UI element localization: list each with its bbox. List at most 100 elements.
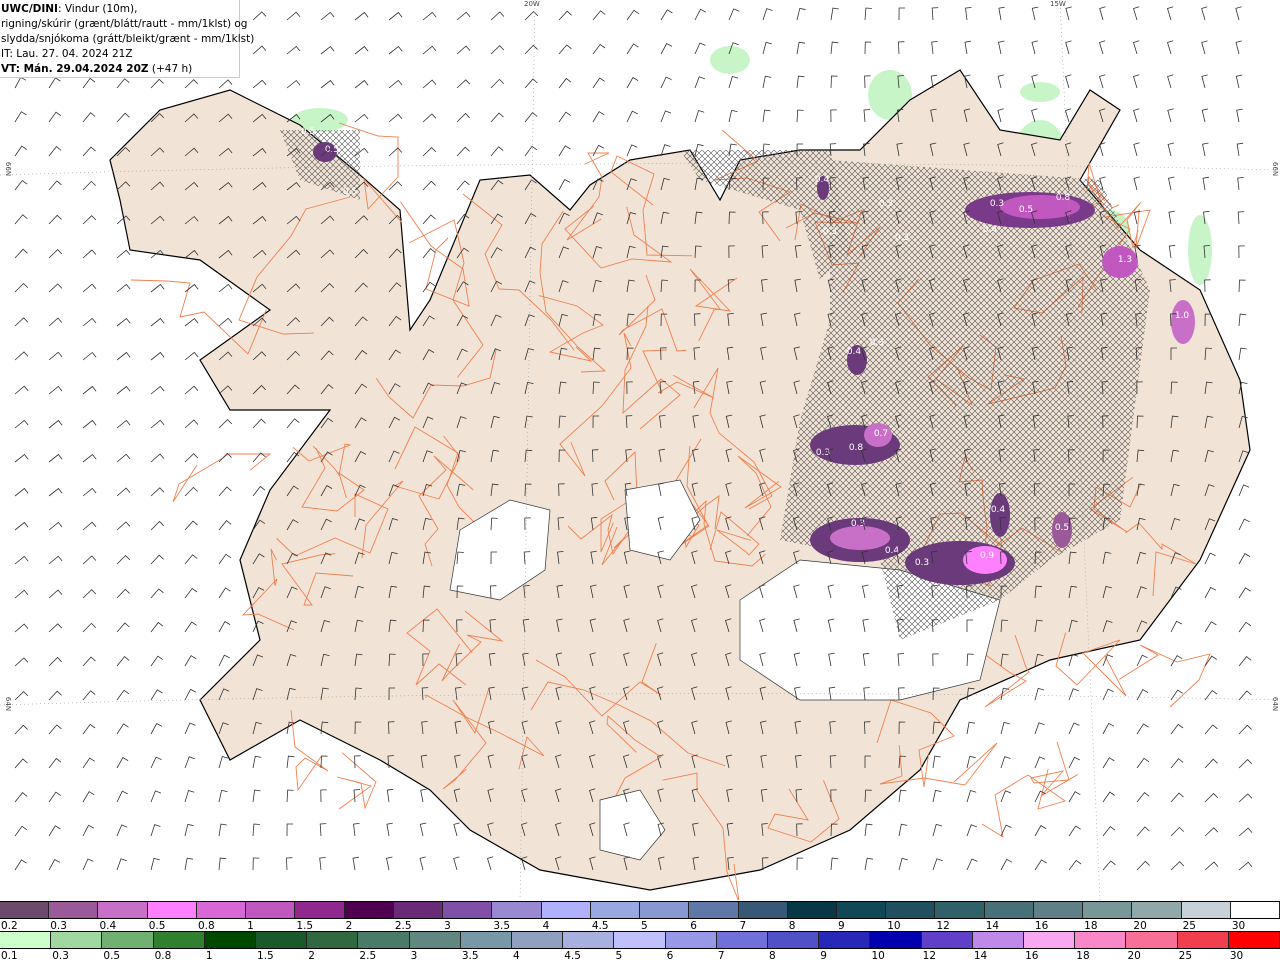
legend-swatch [443,902,493,918]
legend-label: 12 [922,950,937,962]
legend-label: 0.5 [103,950,121,962]
contour-label: 0.4 [815,175,830,185]
legend-swatch [409,932,461,948]
contour-label: 0.3 [879,199,893,209]
legend-swatch [1228,932,1280,948]
contour-label: 0.9 [980,551,995,561]
legend-label: 5 [615,950,623,962]
contour-label: 0.8 [1056,193,1071,203]
legend-label: 0.1 [1,950,18,962]
rain-legend: 0.1 0.3 0.5 0.8 1 1.5 2 2.5 3 3.5 4 4.5 5 6 7 8 9 10 12 14 1… [0,931,1280,963]
legend-label: 4.5 [564,950,581,962]
legend-swatch [204,932,257,948]
legend-swatch [921,932,973,948]
legend-label: 7 [717,950,725,962]
legend-swatch [1181,902,1231,918]
legend-label: 14 [973,950,988,962]
legend-label: 1.5 [257,950,274,962]
legend-swatch [1132,902,1182,918]
legend-swatch [787,902,837,918]
legend-swatch [563,932,615,948]
lat-label-right-66n: 66N [1271,161,1280,177]
legend-label: 6 [666,950,674,962]
legend-label: 3 [410,950,418,962]
legend-label: 9 [820,950,827,962]
contour-label: 0.4 [983,225,998,235]
legend-swatch [1083,902,1133,918]
legend-swatch [886,902,936,918]
legend-label: 8 [769,950,776,962]
valid-time: VT: Mán. 29.04.2024 20Z [1,63,149,75]
contour-label: 0.8 [849,443,864,453]
legend-swatch [665,932,717,948]
legend-swatch [590,902,641,918]
legend-swatch [541,902,591,918]
legend-swatch [295,902,345,918]
legend-swatch [836,902,887,918]
legend-label: 16 [1025,950,1039,962]
initial-time: IT: Lau. 27. 04. 2024 21Z [1,48,133,60]
contour-label: 0.3 [823,227,837,237]
legend-swatch [689,902,739,918]
lat-label-right-64n: 64N [1271,696,1280,712]
legend-swatch [1075,932,1127,948]
legend-swatch [819,932,871,948]
legend-swatch [344,902,394,918]
legend-label: 1 [205,950,213,962]
legend-swatch [492,902,542,918]
map-title-box: UWC/DINI: Vindur (10m), rigning/skúrir (… [0,0,255,78]
contour-label: 0.4 [991,505,1006,515]
legend-label: 3.5 [461,950,479,962]
legend-swatch [246,902,296,918]
title-line2: rigning/skúrir (grænt/blátt/rautt - mm/1… [1,18,248,30]
legend-swatch [935,902,985,918]
contour-label: 0.5 [343,187,357,197]
contour-label: 1.0 [1175,311,1190,321]
model-name: UWC/DINI [1,3,58,15]
legend-swatch [51,932,103,948]
legend-label: 18 [1076,950,1090,962]
legend-label: 25 [1178,950,1193,962]
contour-label: 0.5 [1055,523,1069,533]
legend-swatch [49,902,99,918]
contour-label: 0.7 [874,429,888,439]
title-line3: slydda/snjókoma (grátt/bleikt/grænt - mm… [1,33,255,45]
legend-swatch [0,902,50,918]
lat-label-left-66n: 66N [4,161,13,177]
legend-swatch [307,932,359,948]
weather-map: 0.5 0.5 0.5 0.4 0.3 0.3 0.3 0.3 0.4 0.5 0.8 1.3 1.0 0… [0,0,1280,900]
legend-swatch [1126,932,1178,948]
legend-swatch [153,932,205,948]
legend-swatch [614,932,666,948]
contour-label: 0.5 [1019,205,1033,215]
legend-swatch [1177,932,1229,948]
legend-swatch [102,932,154,948]
legend-swatch [1033,902,1084,918]
contour-label: 0.3 [990,199,1004,209]
legend-swatch [768,932,820,948]
snow-legend: 0.2 0.3 0.4 0.5 0.8 1 1.5 2 2.5 3 3.5 4 4.5 5 6 7 8 9 10 12… [0,901,1280,933]
legend-swatch [984,902,1034,918]
legend-swatch [870,932,922,948]
forecast-hour: (+47 h) [148,63,193,75]
legend-swatch [512,932,564,948]
legend-label: 20 [1127,950,1141,962]
legend-label: 4 [513,950,520,962]
legend-swatch [738,902,788,918]
legend-label: 2 [308,950,315,962]
legend-label: 10 [871,950,885,962]
legend-label: 30 [1229,950,1244,962]
legend-label: 2.5 [359,950,377,962]
legend-swatch [358,932,410,948]
legend-swatch [393,902,444,918]
title-line1: : Vindur (10m), [57,3,138,15]
legend-swatch [147,902,197,918]
lon-label-15w: 15W [1050,0,1066,8]
legend-swatch [0,932,52,948]
legend-swatch [98,902,148,918]
legend-swatch [196,902,247,918]
legend-swatch [1230,902,1280,918]
contour-label: 0.3 [915,558,929,568]
legend-swatch [640,902,690,918]
lat-label-left-64n: 64N [4,696,13,712]
